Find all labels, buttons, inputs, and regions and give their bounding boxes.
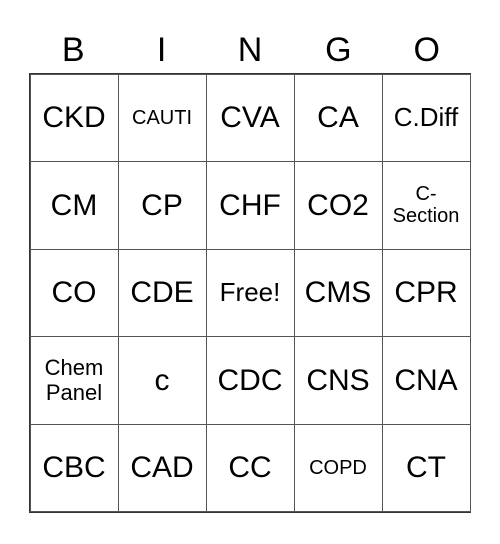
free-space-cell[interactable]: Free!: [205, 248, 295, 338]
bingo-cell[interactable]: CP: [117, 161, 207, 250]
bingo-cell[interactable]: COPD: [293, 423, 383, 513]
cell-label: CNS: [306, 363, 370, 397]
cell-label: Free!: [219, 277, 281, 308]
cell-label: CAUTI: [132, 106, 192, 129]
bingo-cell[interactable]: CHF: [205, 161, 295, 250]
cell-label: CPR: [394, 276, 458, 310]
bingo-cell[interactable]: CM: [29, 161, 119, 250]
bingo-cell[interactable]: CA: [293, 73, 383, 163]
cell-label: CAD: [130, 451, 194, 485]
header-letter-o: O: [413, 31, 440, 69]
cell-label: CP: [141, 188, 183, 222]
bingo-cell[interactable]: CNA: [381, 336, 471, 425]
bingo-cell[interactable]: CO: [29, 248, 119, 338]
cell-label: CM: [50, 188, 98, 222]
bingo-cell[interactable]: CC: [205, 423, 295, 513]
bingo-cell[interactable]: CNS: [293, 336, 383, 425]
bingo-cell[interactable]: CT: [381, 423, 471, 513]
cell-label: CNA: [394, 363, 458, 397]
bingo-cell[interactable]: CAD: [117, 423, 207, 513]
cell-label: CMS: [304, 276, 372, 310]
cell-label: COPD: [309, 456, 367, 479]
cell-label: CT: [406, 451, 446, 485]
bingo-cell[interactable]: CDE: [117, 248, 207, 338]
header-letter-b: B: [61, 31, 85, 69]
cell-label: CVA: [220, 101, 280, 134]
bingo-card: CKD CAUTI CVA CA C.Diff CM CP CHF CO2 C- Section C…: [29, 73, 471, 513]
bingo-cell[interactable]: C- Section: [381, 161, 471, 250]
bingo-cell[interactable]: CAUTI: [117, 73, 207, 163]
bingo-cell[interactable]: CBC: [29, 423, 119, 513]
cell-label: Chem Panel: [44, 354, 104, 405]
cell-label: CBC: [42, 451, 106, 485]
cell-label: CO2: [307, 188, 369, 222]
cell-label: CHF: [219, 188, 281, 222]
cell-label: CKD: [42, 101, 106, 134]
cell-label: CC: [228, 451, 272, 485]
cell-label: CDE: [130, 276, 194, 310]
cell-label: C- Section: [392, 183, 460, 228]
header-letter-g: G: [325, 31, 352, 69]
bingo-cell[interactable]: CDC: [205, 336, 295, 425]
bingo-cell[interactable]: CMS: [293, 248, 383, 338]
cell-label: CA: [317, 101, 359, 134]
header-letter-n: N: [237, 31, 263, 69]
header-letter-i: I: [156, 31, 167, 69]
cell-label: CO: [51, 276, 97, 310]
bingo-cell[interactable]: CVA: [205, 73, 295, 163]
cell-label: c: [154, 363, 170, 397]
bingo-cell[interactable]: CKD: [29, 73, 119, 163]
bingo-cell[interactable]: CO2: [293, 161, 383, 250]
cell-label: CDC: [217, 363, 283, 397]
bingo-cell[interactable]: Chem Panel: [29, 336, 119, 425]
bingo-cell[interactable]: c: [117, 336, 207, 425]
bingo-header: B I N G O: [29, 28, 471, 72]
bingo-cell[interactable]: CPR: [381, 248, 471, 338]
bingo-cell[interactable]: C.Diff: [381, 73, 471, 163]
cell-label: C.Diff: [393, 102, 459, 133]
